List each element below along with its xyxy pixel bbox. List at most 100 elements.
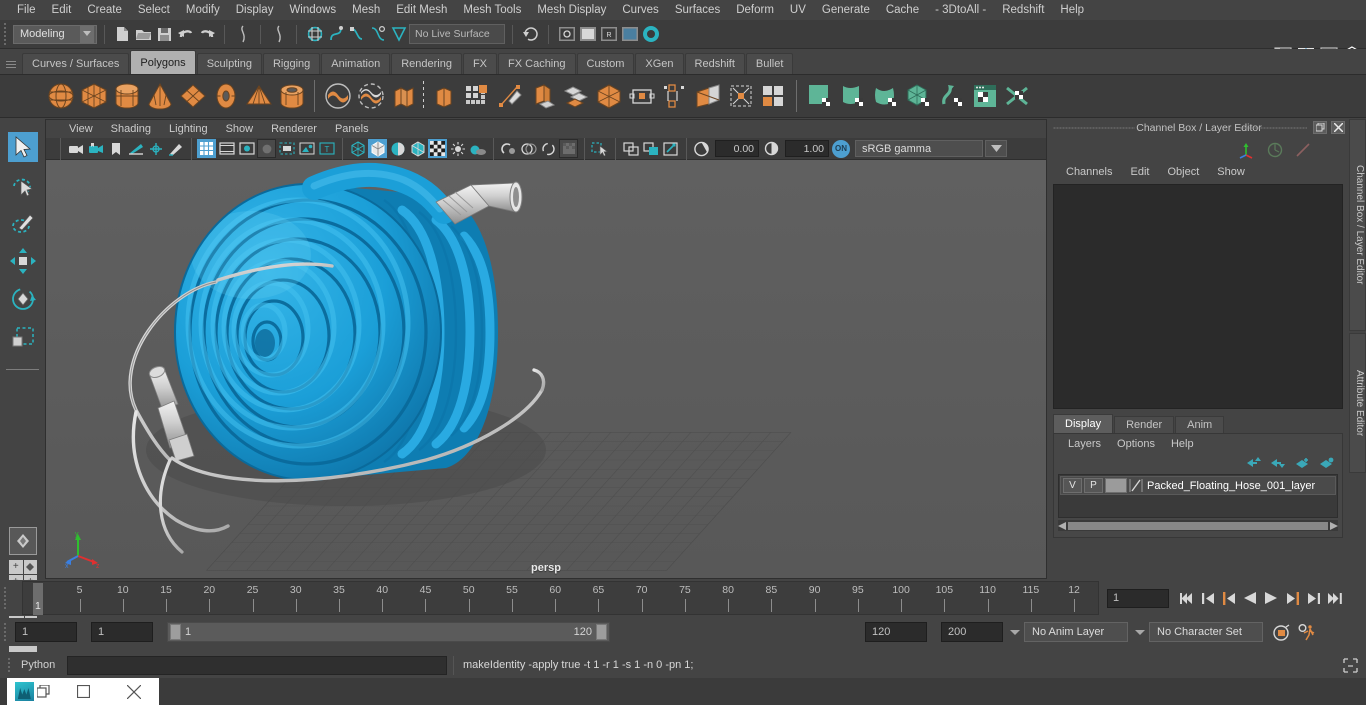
layer-playback-toggle[interactable]: P <box>1084 478 1103 493</box>
wireframe-icon[interactable] <box>348 139 367 158</box>
title-safe-icon[interactable]: T <box>317 139 336 158</box>
textured-icon[interactable] <box>428 139 447 158</box>
menu-set-selector[interactable]: Modeling <box>13 24 97 44</box>
uv-editor-icon[interactable] <box>968 77 1001 115</box>
range-slider-track[interactable]: 1 120 <box>167 622 610 642</box>
menu-item-edit-mesh[interactable]: Edit Mesh <box>388 0 455 20</box>
play-forwards-icon[interactable] <box>1262 588 1280 608</box>
layer-menu-options[interactable]: Options <box>1109 438 1163 450</box>
shelf-tab-animation[interactable]: Animation <box>321 53 391 74</box>
grease-pencil-icon[interactable] <box>166 139 185 158</box>
poly-cube-icon[interactable] <box>77 77 110 115</box>
multicut-icon[interactable] <box>559 77 592 115</box>
uv-spherical-map-icon[interactable] <box>869 77 902 115</box>
anim-start-field[interactable]: 1 <box>15 622 77 642</box>
bookmark-camera-icon[interactable] <box>86 139 105 158</box>
snap-point-icon[interactable] <box>346 24 367 45</box>
poly-torus-icon[interactable] <box>209 77 242 115</box>
current-frame-field[interactable]: 1 <box>1107 588 1169 608</box>
layer-color-swatch[interactable] <box>1105 478 1127 493</box>
list-item[interactable]: V P Packed_Floating_Hose_001_layer <box>1060 476 1336 495</box>
panel-zoom-icon[interactable] <box>641 139 660 158</box>
layer-tab-anim[interactable]: Anim <box>1175 416 1225 433</box>
safe-action-icon[interactable] <box>297 139 316 158</box>
color-management-selector[interactable]: sRGB gamma <box>855 140 983 157</box>
shelf-tab-sculpting[interactable]: Sculpting <box>196 53 262 74</box>
multisample-icon[interactable] <box>539 139 558 158</box>
close-window-icon[interactable] <box>108 678 159 705</box>
viewport-menu-renderer[interactable]: Renderer <box>262 123 326 135</box>
layer-list-scrollbar[interactable] <box>1058 520 1338 531</box>
range-end-handle[interactable] <box>596 624 607 640</box>
anim-end-field[interactable]: 200 <box>941 622 1003 642</box>
maya-app-icon[interactable] <box>7 678 58 705</box>
render-view-icon[interactable] <box>640 24 661 45</box>
menu-item-windows[interactable]: Windows <box>281 0 344 20</box>
time-slider-handle[interactable] <box>0 584 9 613</box>
shelf-tab-polygons[interactable]: Polygons <box>130 50 196 74</box>
film-gate-icon[interactable] <box>217 139 236 158</box>
viewport-menu-view[interactable]: View <box>60 123 102 135</box>
shelf-tab-custom[interactable]: Custom <box>576 53 635 74</box>
menu-item-surfaces[interactable]: Surfaces <box>667 0 728 20</box>
play-backwards-icon[interactable] <box>1241 588 1259 608</box>
menu-item-deform[interactable]: Deform <box>728 0 782 20</box>
poly-pyramid-icon[interactable] <box>242 77 275 115</box>
color-management-toggle-icon[interactable]: ON <box>832 139 850 158</box>
time-slider-ruler[interactable]: 1 5 10 15 20 25 30 35 40 45 50 55 60 65 70 75 80 85 90 95 1… <box>22 581 1099 615</box>
lasso-select-tool[interactable] <box>8 170 38 200</box>
select-tool[interactable] <box>8 132 38 162</box>
shelf-tab-rigging[interactable]: Rigging <box>262 53 321 74</box>
command-language-label[interactable]: Python <box>21 659 67 671</box>
resolution-gate-icon[interactable] <box>237 139 256 158</box>
maximize-window-icon[interactable] <box>58 678 109 705</box>
depth-peeling-icon[interactable] <box>559 139 578 158</box>
flat-shade-icon[interactable] <box>388 139 407 158</box>
go-to-start-icon[interactable] <box>1178 588 1196 608</box>
shelf-tab-bullet[interactable]: Bullet <box>745 53 794 74</box>
poly-cone-icon[interactable] <box>143 77 176 115</box>
close-icon[interactable] <box>1331 121 1345 134</box>
menu-item-edit[interactable]: Edit <box>44 0 80 20</box>
snap-grid-icon[interactable] <box>304 24 325 45</box>
quad-draw-icon[interactable] <box>460 77 493 115</box>
anim-layer-selector[interactable]: No Anim Layer <box>1024 622 1128 642</box>
step-back-frame-icon[interactable] <box>1220 588 1238 608</box>
uv-automatic-map-icon[interactable] <box>902 77 935 115</box>
motion-blur-icon[interactable] <box>519 139 538 158</box>
vtab-attribute-editor[interactable]: Attribute Editor <box>1349 333 1366 473</box>
step-back-keyframe-icon[interactable] <box>1199 588 1217 608</box>
screen-space-ao-icon[interactable] <box>499 139 518 158</box>
range-end-field[interactable]: 120 <box>865 622 927 642</box>
channel-box-menu-edit[interactable]: Edit <box>1121 166 1158 178</box>
menu-item-3dtoall[interactable]: - 3DtoAll - <box>927 0 994 20</box>
bridge-icon[interactable] <box>658 77 691 115</box>
exposure-icon[interactable] <box>692 139 711 158</box>
new-layer-from-selected-icon[interactable] <box>1319 457 1334 469</box>
axis-marker-icon[interactable] <box>1237 141 1255 159</box>
field-chart-icon[interactable] <box>277 139 296 158</box>
move-layer-up-icon[interactable] <box>1247 456 1262 469</box>
menu-item-cache[interactable]: Cache <box>878 0 927 20</box>
snap-projected-center-icon[interactable] <box>367 24 388 45</box>
menu-item-display[interactable]: Display <box>228 0 282 20</box>
select-camera-icon[interactable] <box>66 139 85 158</box>
script-editor-icon[interactable] <box>1340 655 1360 675</box>
new-scene-icon[interactable] <box>112 24 133 45</box>
undo-icon[interactable] <box>175 24 196 45</box>
go-to-end-icon[interactable] <box>1325 588 1343 608</box>
menu-item-file[interactable]: File <box>9 0 44 20</box>
restore-icon[interactable] <box>1313 121 1327 134</box>
menu-item-mesh-display[interactable]: Mesh Display <box>529 0 614 20</box>
menu-item-uv[interactable]: UV <box>782 0 814 20</box>
bevel-icon[interactable] <box>625 77 658 115</box>
shelf-drag-handle[interactable] <box>0 49 22 74</box>
chevron-down-icon[interactable] <box>985 140 1007 157</box>
uv-cylindrical-map-icon[interactable] <box>836 77 869 115</box>
target-weld-icon[interactable] <box>757 77 790 115</box>
smooth-icon[interactable] <box>493 77 526 115</box>
redo-icon[interactable] <box>196 24 217 45</box>
move-tool[interactable] <box>8 246 38 276</box>
exposure-field[interactable]: 0.00 <box>715 140 759 157</box>
character-set-caret-icon[interactable] <box>1133 622 1146 642</box>
